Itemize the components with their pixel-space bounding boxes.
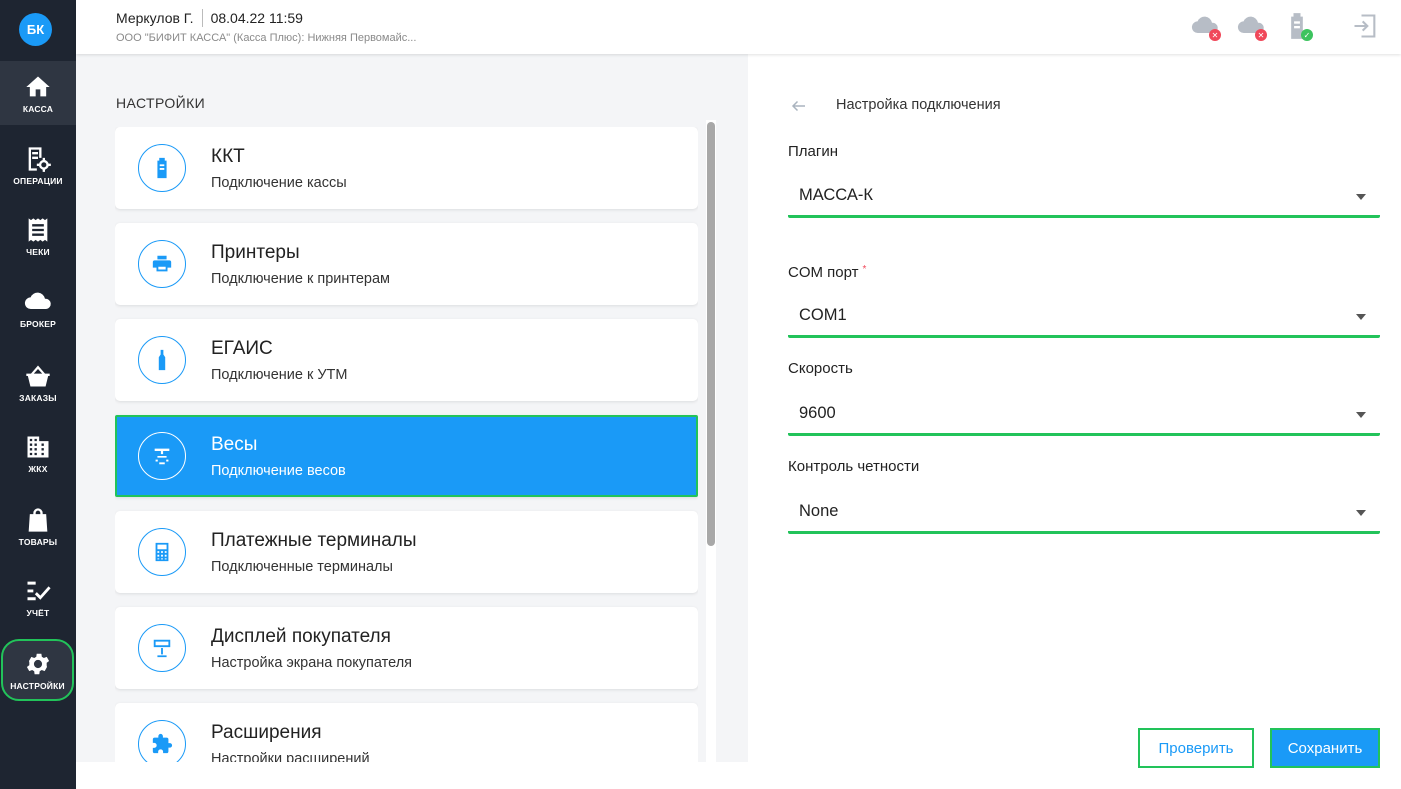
operations-icon xyxy=(28,146,51,172)
cloud-error-icon[interactable]: ✕ xyxy=(1191,12,1221,41)
nav-label: КАССА xyxy=(22,103,54,114)
sidebar: БК КАССА ОПЕРАЦИИ ЧЕКИ БРОКЕР ЗАКАЗЫ ЖКХ… xyxy=(0,0,76,789)
nav-label: ОПЕРАЦИИ xyxy=(13,175,63,186)
bottle-icon xyxy=(138,336,186,384)
chevron-down-icon xyxy=(1356,194,1366,200)
card-subtitle: Настройка экрана покупателя xyxy=(211,655,413,671)
receipt-icon xyxy=(28,217,48,242)
nav-item-goods[interactable]: ТОВАРЫ xyxy=(0,494,76,558)
speed-value: 9600 xyxy=(799,404,836,422)
chevron-down-icon xyxy=(1356,510,1366,516)
kkt-icon xyxy=(138,144,186,192)
card-subtitle: Подключение к принтерам xyxy=(211,271,391,287)
gear-icon xyxy=(26,653,49,674)
card-subtitle: Подключение весов xyxy=(211,463,346,479)
user-name: Меркулов Г. xyxy=(116,10,194,26)
speed-select[interactable]: 9600 xyxy=(788,390,1380,436)
card-payment-terminals[interactable]: Платежные терминалы Подключенные термина… xyxy=(115,511,698,593)
cloud-error-icon[interactable]: ✕ xyxy=(1237,12,1267,41)
settings-panel: НАСТРОЙКИ ККТ Подключение кассы Принтеры… xyxy=(76,54,748,762)
plugin-value: МАССА-К xyxy=(799,186,873,204)
user-info: Меркулов Г. 08.04.22 11:59 xyxy=(116,9,303,27)
scales-icon xyxy=(138,432,186,480)
display-icon xyxy=(138,624,186,672)
form-title: Настройка подключения xyxy=(836,97,1001,113)
error-badge: ✕ xyxy=(1255,29,1267,41)
nav-label: БРОКЕР xyxy=(19,318,56,329)
nav-item-operations[interactable]: ОПЕРАЦИИ xyxy=(0,133,76,197)
nav-item-settings[interactable]: НАСТРОЙКИ xyxy=(1,639,74,701)
organization-name: ООО "БИФИТ КАССА" (Касса Плюс): Нижняя П… xyxy=(116,32,417,44)
error-badge: ✕ xyxy=(1209,29,1221,41)
nav-label: ЧЕКИ xyxy=(26,246,50,257)
card-kkt[interactable]: ККТ Подключение кассы xyxy=(115,127,698,209)
card-title: Принтеры xyxy=(211,242,300,263)
nav-label: НАСТРОЙКИ xyxy=(10,680,65,691)
parity-select[interactable]: None xyxy=(788,488,1380,534)
nav-item-housing[interactable]: ЖКХ xyxy=(0,421,76,485)
parity-label: Контроль четности xyxy=(788,458,920,475)
ok-badge: ✓ xyxy=(1301,29,1313,41)
settings-scrollbar[interactable] xyxy=(706,120,716,762)
card-scales[interactable]: Весы Подключение весов xyxy=(115,415,698,497)
home-icon xyxy=(26,76,50,96)
building-icon xyxy=(27,436,49,457)
checklist-icon xyxy=(27,581,51,600)
device-ok-icon[interactable]: ✓ xyxy=(1283,12,1313,41)
nav-item-kassa[interactable]: КАССА xyxy=(0,61,76,125)
header-divider xyxy=(201,9,203,27)
printer-icon xyxy=(138,240,186,288)
nav-item-broker[interactable]: БРОКЕР xyxy=(0,276,76,340)
settings-title: НАСТРОЙКИ xyxy=(116,95,206,111)
nav-item-orders[interactable]: ЗАКАЗЫ xyxy=(0,350,76,414)
card-subtitle: Подключение кассы xyxy=(211,175,347,191)
scrollbar-thumb[interactable] xyxy=(707,122,715,546)
nav-item-receipts[interactable]: ЧЕКИ xyxy=(0,204,76,268)
com-port-label: COM порт * xyxy=(788,264,866,281)
connection-form-panel: Настройка подключения Плагин МАССА-К COM… xyxy=(748,54,1401,789)
nav-label: УЧЁТ xyxy=(26,607,50,618)
card-title: ЕГАИС xyxy=(211,338,273,359)
card-extensions[interactable]: Расширения Настройки расширений xyxy=(115,703,698,762)
com-port-select[interactable]: COM1 xyxy=(788,292,1380,338)
com-port-label-text: COM порт xyxy=(788,264,859,281)
card-subtitle: Подключенные терминалы xyxy=(211,559,393,575)
card-egais[interactable]: ЕГАИС Подключение к УТМ xyxy=(115,319,698,401)
card-title: Расширения xyxy=(211,722,322,743)
header: Меркулов Г. 08.04.22 11:59 ООО "БИФИТ КА… xyxy=(76,0,1401,54)
card-printers[interactable]: Принтеры Подключение к принтерам xyxy=(115,223,698,305)
back-arrow-icon[interactable] xyxy=(790,97,808,115)
com-port-value: COM1 xyxy=(799,306,847,324)
nav-item-accounting[interactable]: УЧЁТ xyxy=(0,565,76,629)
card-subtitle: Настройки расширений xyxy=(211,751,370,762)
save-button[interactable]: Сохранить xyxy=(1270,728,1380,768)
required-mark: * xyxy=(862,264,867,275)
plugin-select[interactable]: МАССА-К xyxy=(788,172,1380,218)
card-title: Платежные терминалы xyxy=(211,530,417,551)
header-status-icons: ✕ ✕ ✓ xyxy=(1191,12,1379,41)
session-datetime: 08.04.22 11:59 xyxy=(210,10,303,26)
check-button[interactable]: Проверить xyxy=(1138,728,1254,768)
nav-label: ТОВАРЫ xyxy=(18,536,58,547)
card-title: Весы xyxy=(211,434,258,455)
cloud-icon xyxy=(24,292,51,309)
nav-label: ЗАКАЗЫ xyxy=(19,392,57,403)
puzzle-icon xyxy=(138,720,186,762)
card-title: ККТ xyxy=(211,146,245,167)
speed-label: Скорость xyxy=(788,360,853,377)
exit-icon[interactable] xyxy=(1351,12,1379,40)
card-title: Дисплей покупателя xyxy=(211,626,391,647)
card-subtitle: Подключение к УТМ xyxy=(211,367,348,383)
card-customer-display[interactable]: Дисплей покупателя Настройка экрана поку… xyxy=(115,607,698,689)
plugin-label: Плагин xyxy=(788,143,839,160)
settings-card-list: ККТ Подключение кассы Принтеры Подключен… xyxy=(115,127,698,762)
calculator-icon xyxy=(138,528,186,576)
basket-icon xyxy=(26,365,50,386)
chevron-down-icon xyxy=(1356,314,1366,320)
parity-value: None xyxy=(799,502,839,520)
avatar[interactable]: БК xyxy=(19,13,52,46)
nav-label: ЖКХ xyxy=(28,463,48,474)
chevron-down-icon xyxy=(1356,412,1366,418)
bag-icon xyxy=(28,507,48,532)
